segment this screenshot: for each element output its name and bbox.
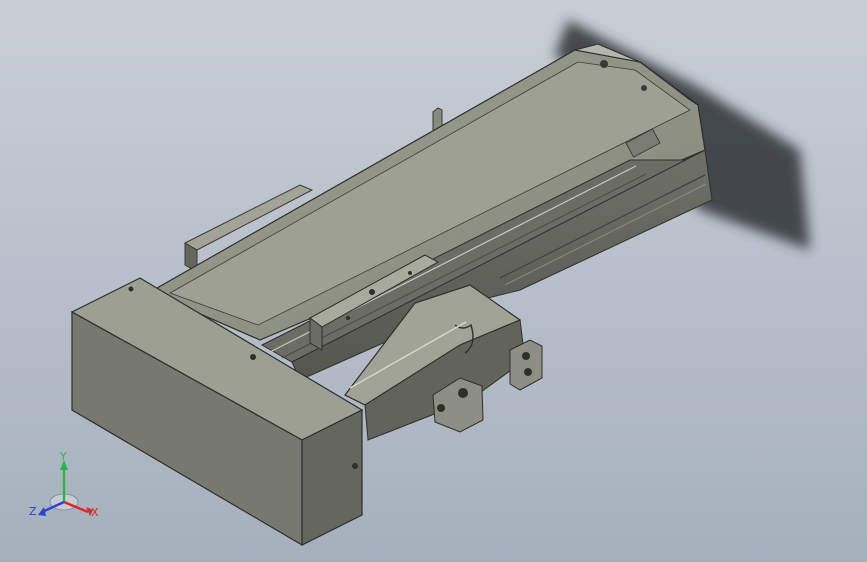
clamp-block-right xyxy=(509,339,543,391)
x-axis-label: X xyxy=(91,506,99,519)
cad-viewport[interactable]: Y X Z xyxy=(0,0,867,562)
end-cap-hole xyxy=(641,85,647,91)
z-axis-label: Z xyxy=(29,505,37,518)
linear-module-3d-model[interactable]: Y X Z xyxy=(0,0,867,562)
end-cap-hole xyxy=(600,60,608,68)
motor-box-hole xyxy=(352,463,358,469)
y-axis-label: Y xyxy=(59,450,67,463)
coordinate-triad: Y X Z xyxy=(29,450,99,519)
